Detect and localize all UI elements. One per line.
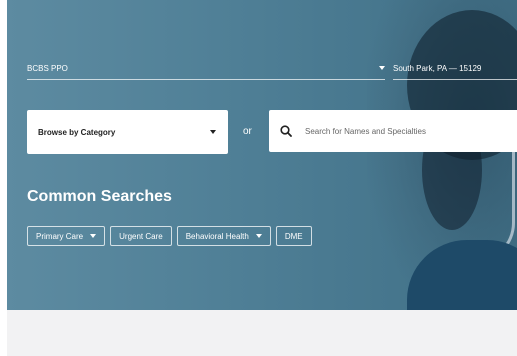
common-searches-title: Common Searches: [27, 188, 172, 205]
chip-label: Behavioral Health: [185, 231, 249, 241]
chip-label: DME: [284, 231, 303, 241]
search-box[interactable]: [269, 110, 517, 152]
chip-dme[interactable]: DME: [275, 226, 312, 246]
content-area: [7, 310, 517, 356]
chevron-down-icon: [210, 130, 216, 134]
chip-behavioral-health[interactable]: Behavioral Health: [176, 226, 271, 246]
chevron-down-icon: [379, 66, 385, 70]
common-searches-chips: Primary Care Urgent Care Behavioral Heal…: [27, 226, 312, 246]
plan-select-value: BCBS PPO: [27, 63, 68, 73]
chip-primary-care[interactable]: Primary Care: [27, 226, 106, 246]
browse-category-select[interactable]: Browse by Category: [27, 110, 228, 154]
search-icon[interactable]: [280, 125, 292, 137]
or-label: or: [243, 126, 252, 137]
doctor-photo: [367, 0, 517, 310]
location-field[interactable]: South Park, PA — 15129: [393, 57, 517, 80]
chevron-down-icon: [255, 234, 262, 238]
hero-banner: BCBS PPO South Park, PA — 15129 Browse b…: [7, 0, 517, 310]
chevron-down-icon: [90, 234, 97, 238]
location-value: South Park, PA — 15129: [393, 63, 482, 73]
chip-urgent-care[interactable]: Urgent Care: [110, 226, 172, 246]
chip-label: Primary Care: [36, 231, 84, 241]
plan-select[interactable]: BCBS PPO: [27, 57, 385, 80]
search-input[interactable]: [305, 126, 505, 136]
browse-category-label: Browse by Category: [38, 127, 116, 137]
chip-label: Urgent Care: [119, 231, 163, 241]
